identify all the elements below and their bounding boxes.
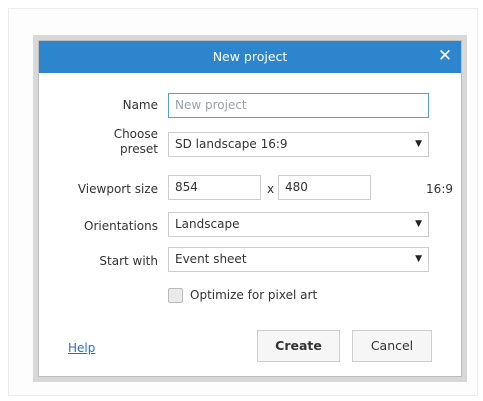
preset-label-text: Choose preset (113, 127, 158, 156)
viewport-separator: x (267, 182, 275, 196)
name-label: Name (122, 98, 158, 112)
chevron-down-icon: ▼ (415, 254, 422, 264)
new-project-dialog: New project ✕ Name New project Choose pr… (38, 40, 462, 377)
chevron-down-icon: ▼ (415, 139, 422, 149)
preset-label: Choose preset (59, 127, 158, 157)
chevron-down-icon: ▼ (415, 219, 422, 229)
create-button[interactable]: Create (257, 330, 340, 362)
pixel-art-label[interactable]: Optimize for pixel art (190, 288, 317, 302)
start-with-select[interactable]: Event sheet ▼ (168, 247, 429, 272)
pixel-art-checkbox[interactable] (168, 288, 183, 303)
viewport-height-input[interactable]: 480 (278, 175, 371, 200)
viewport-height-value: 480 (285, 180, 308, 194)
viewport-width-input[interactable]: 854 (168, 175, 261, 200)
viewport-label: Viewport size (77, 182, 158, 196)
cancel-button[interactable]: Cancel (352, 330, 432, 362)
preset-select[interactable]: SD landscape 16:9 ▼ (168, 132, 429, 157)
orientations-select[interactable]: Landscape ▼ (168, 212, 429, 237)
orientations-label: Orientations (84, 219, 158, 233)
dialog-title: New project (212, 49, 288, 64)
name-input[interactable]: New project (168, 93, 429, 118)
close-icon[interactable]: ✕ (435, 46, 455, 66)
dialog-titlebar: New project ✕ (39, 41, 461, 73)
start-with-value: Event sheet (175, 252, 247, 266)
start-with-label: Start with (99, 254, 158, 268)
help-link[interactable]: Help (68, 341, 95, 355)
name-placeholder: New project (175, 98, 247, 112)
aspect-ratio: 16:9 (426, 182, 453, 196)
orientations-value: Landscape (175, 217, 240, 231)
preset-value: SD landscape 16:9 (175, 137, 288, 151)
viewport-width-value: 854 (175, 180, 198, 194)
